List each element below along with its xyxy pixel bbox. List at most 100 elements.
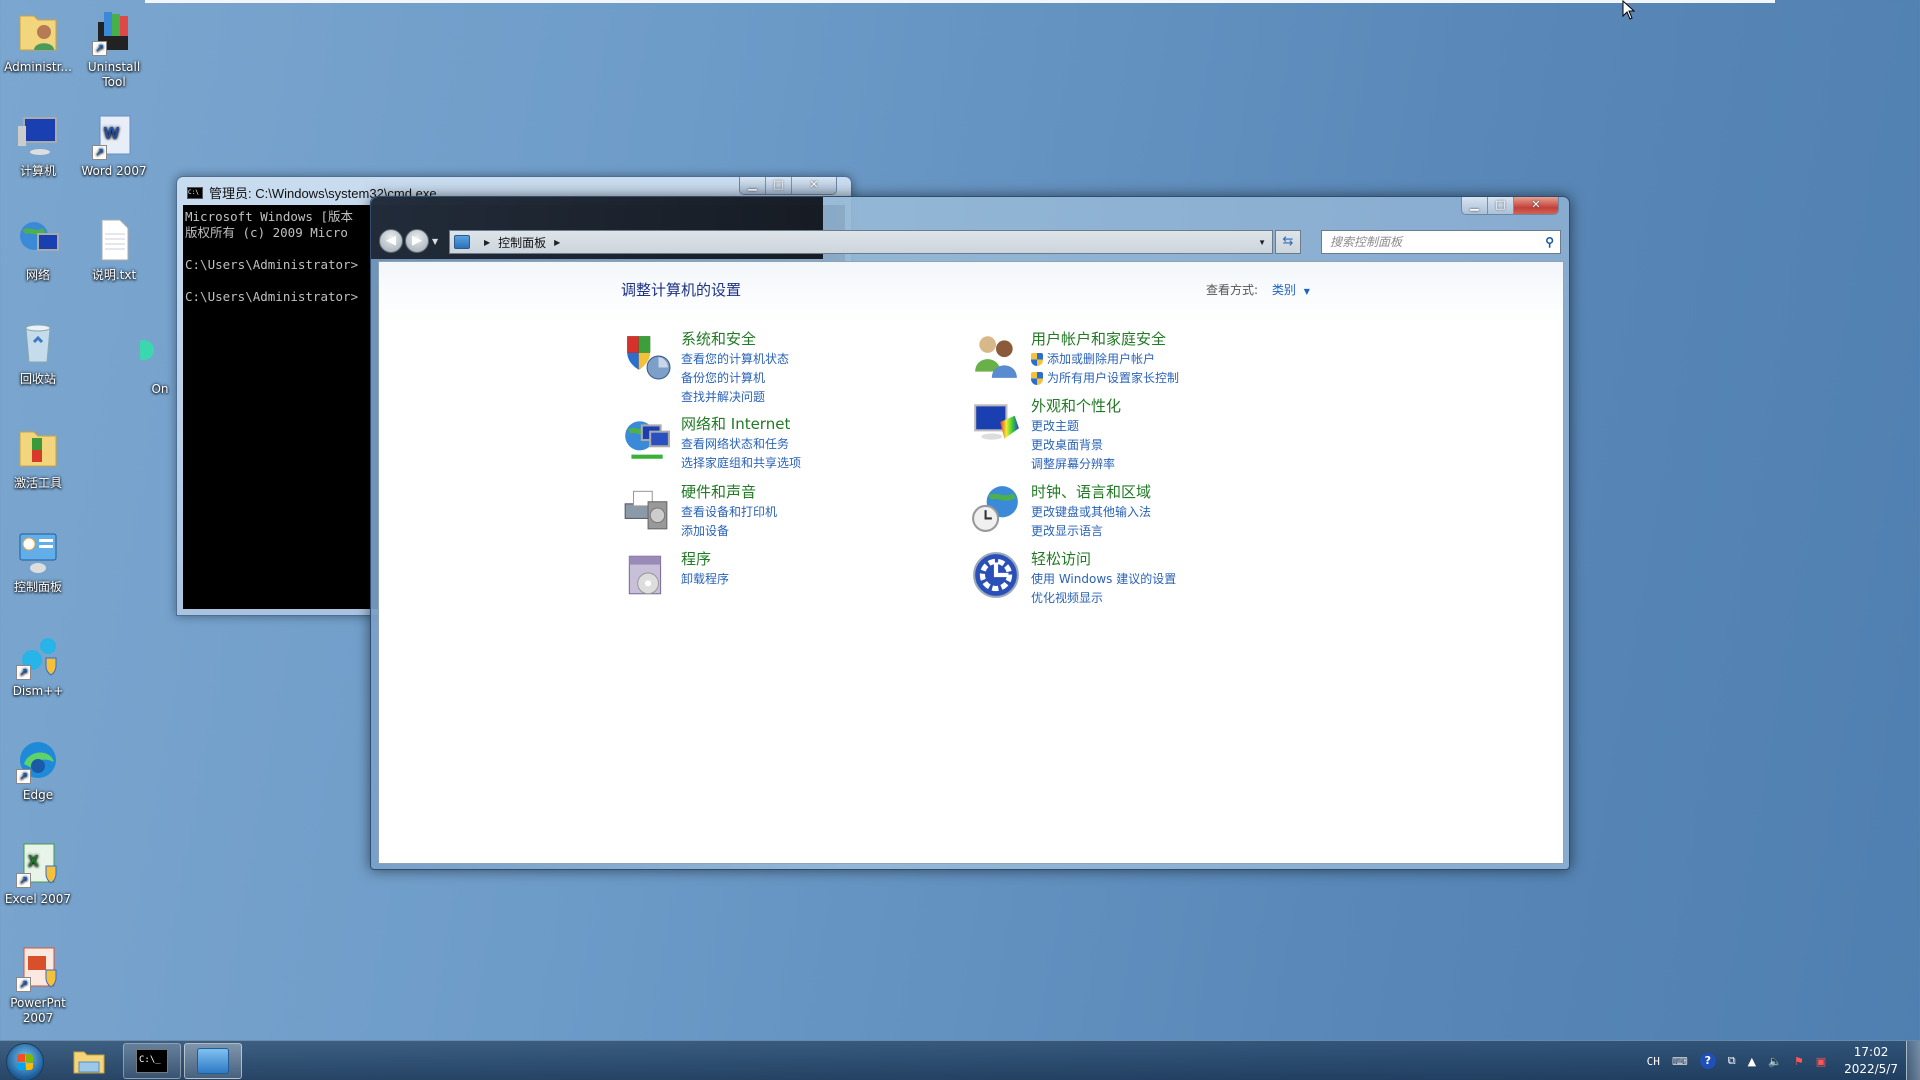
category-title[interactable]: 用户帐户和家庭安全 — [1031, 330, 1179, 349]
desktop-icon-label: On — [151, 382, 169, 396]
category-link[interactable]: 优化视频显示 — [1031, 589, 1176, 608]
category-link[interactable]: 查看您的计算机状态 — [681, 350, 789, 369]
chevron-down-icon[interactable]: ▼ — [1304, 287, 1310, 296]
category-link-text: 使用 Windows 建议的设置 — [1031, 572, 1177, 586]
category-title[interactable]: 轻松访问 — [1031, 550, 1176, 569]
category-title[interactable]: 网络和 Internet — [681, 415, 801, 434]
category-link[interactable]: 更改桌面背景 — [1031, 436, 1121, 455]
volume-icon[interactable]: 🔈 — [1768, 1055, 1782, 1068]
desktop-icon-label: 计算机 — [19, 164, 56, 178]
show-hidden-icons-icon[interactable]: ▲ — [1748, 1055, 1756, 1068]
help-icon[interactable]: ? — [1699, 1053, 1716, 1069]
shortcut-arrow-icon: ↗ — [16, 873, 31, 888]
category-link[interactable]: 更改主题 — [1031, 417, 1121, 436]
keyboard-icon[interactable]: ⌨ — [1672, 1055, 1688, 1068]
desktop-icon[interactable]: ↗ Uninstall Tool — [76, 8, 152, 90]
category-link[interactable]: 添加或删除用户帐户 — [1031, 350, 1179, 369]
desktop-icon[interactable]: ↗ PowerPnt 2007 — [0, 944, 76, 1026]
desktop-icon[interactable]: ↗ Edge — [0, 736, 76, 803]
edge-icon: ↗ — [14, 736, 62, 784]
system-security-shield-icon[interactable] — [621, 330, 671, 380]
cmd-minimize-button[interactable]: ▁ — [740, 177, 766, 194]
search-icon[interactable]: ⚲ — [1545, 231, 1554, 253]
appearance-monitor-icon[interactable] — [971, 397, 1021, 447]
uninstall-tool-icon: ↗ — [90, 8, 138, 56]
category-link-text: 优化视频显示 — [1031, 591, 1104, 605]
user-accounts-icon[interactable] — [971, 330, 1021, 380]
ime-indicator[interactable]: CH — [1647, 1055, 1660, 1068]
shortcut-arrow-icon: ↗ — [92, 145, 107, 160]
address-bar[interactable]: ▶ 控制面板 ▶ ▼ — [449, 230, 1273, 254]
category-link[interactable]: 更改显示语言 — [1031, 522, 1151, 541]
category-link[interactable]: 调整屏幕分辨率 — [1031, 455, 1121, 474]
category-link[interactable]: 卸载程序 — [681, 570, 729, 589]
clock-date: 2022/5/7 — [1844, 1062, 1898, 1076]
programs-box-icon[interactable] — [621, 550, 671, 600]
desktop-icon[interactable]: ↗ Dism++ — [0, 632, 76, 699]
cp-maximize-button[interactable]: □ — [1488, 197, 1514, 214]
dism-gear-icon: ↗ — [14, 632, 62, 680]
desktop-icon[interactable]: X ↗ Excel 2007 — [0, 840, 76, 907]
taskbar-file-explorer[interactable] — [64, 1043, 114, 1079]
control-panel-window[interactable]: ▁ □ ✕ ◀ ▶ ▼ ▶ 控制面板 ▶ ▼ ⇆ 搜索控制面板 ⚲ 调整计算机的… — [370, 196, 1570, 870]
view-by-dropdown[interactable]: 类别 — [1272, 283, 1296, 297]
category-item: 用户帐户和家庭安全 添加或删除用户帐户为所有用户设置家长控制 — [971, 330, 1179, 388]
desktop-icon[interactable]: On — [134, 330, 180, 397]
breadcrumb-separator-icon[interactable]: ▶ — [484, 238, 490, 247]
category-link[interactable]: 更改键盘或其他输入法 — [1031, 503, 1151, 522]
category-link-text: 选择家庭组和共享选项 — [681, 456, 802, 470]
clock-globe-icon[interactable] — [971, 483, 1021, 533]
desktop-icon[interactable]: Administr... — [0, 8, 76, 75]
recycle-bin-icon — [14, 320, 62, 368]
category-link[interactable]: 查看网络状态和任务 — [681, 435, 801, 454]
cmd-close-button[interactable]: ✕ — [792, 177, 836, 194]
start-button[interactable] — [6, 1043, 44, 1080]
search-input[interactable]: 搜索控制面板 ⚲ — [1321, 230, 1561, 254]
network-internet-icon[interactable] — [621, 415, 671, 465]
category-title[interactable]: 系统和安全 — [681, 330, 789, 349]
language-bar-icon[interactable]: ⧉ — [1728, 1054, 1736, 1068]
taskbar-control-panel[interactable] — [184, 1043, 242, 1079]
uac-shield-icon — [1031, 372, 1043, 385]
recent-pages-dropdown[interactable]: ▼ — [432, 237, 438, 246]
breadcrumb-separator-icon[interactable]: ▶ — [554, 238, 560, 247]
printer-hardware-icon[interactable] — [621, 483, 671, 533]
clock[interactable]: 17:02 2022/5/7 — [1844, 1044, 1898, 1078]
action-center-flag-icon[interactable]: ⚑ — [1794, 1055, 1804, 1068]
breadcrumb-control-panel[interactable]: 控制面板 — [498, 234, 546, 251]
category-link-text: 为所有用户设置家长控制 — [1047, 371, 1180, 385]
address-dropdown-icon[interactable]: ▼ — [1258, 238, 1266, 247]
svg-text:X: X — [28, 853, 39, 870]
taskbar-cmd[interactable]: C:\_ — [123, 1043, 181, 1079]
category-link[interactable]: 选择家庭组和共享选项 — [681, 454, 801, 473]
category-title[interactable]: 硬件和声音 — [681, 483, 777, 502]
desktop-icon[interactable]: 计算机 — [0, 112, 76, 179]
text-file-icon — [90, 216, 138, 264]
desktop-icon[interactable]: 说明.txt — [76, 216, 152, 283]
category-link[interactable]: 添加设备 — [681, 522, 777, 541]
cmd-maximize-button[interactable]: □ — [766, 177, 792, 194]
category-title[interactable]: 外观和个性化 — [1031, 397, 1121, 416]
forward-button[interactable]: ▶ — [405, 229, 429, 253]
desktop-icon[interactable]: W ↗ Word 2007 — [76, 112, 152, 179]
category-title[interactable]: 程序 — [681, 550, 729, 569]
category-link[interactable]: 查看设备和打印机 — [681, 503, 777, 522]
desktop-icon[interactable]: 回收站 — [0, 320, 76, 387]
desktop-icon[interactable]: 控制面板 — [0, 528, 76, 595]
show-desktop-button[interactable] — [1906, 1041, 1920, 1080]
computer-icon — [14, 112, 62, 160]
back-button[interactable]: ◀ — [379, 229, 403, 253]
cp-minimize-button[interactable]: ▁ — [1462, 197, 1488, 214]
category-link[interactable]: 使用 Windows 建议的设置 — [1031, 570, 1176, 589]
refresh-button[interactable]: ⇆ — [1275, 230, 1301, 254]
network-disconnected-icon[interactable]: ▣ — [1816, 1055, 1826, 1068]
category-link[interactable]: 备份您的计算机 — [681, 369, 789, 388]
category-title[interactable]: 时钟、语言和区域 — [1031, 483, 1151, 502]
desktop-icon[interactable]: 激活工具 — [0, 424, 76, 491]
category-link[interactable]: 为所有用户设置家长控制 — [1031, 369, 1179, 388]
ease-of-access-icon[interactable] — [971, 550, 1021, 600]
cmd-app-icon: C:\ — [187, 186, 203, 199]
category-link[interactable]: 查找并解决问题 — [681, 388, 789, 407]
desktop-icon[interactable]: 网络 — [0, 216, 76, 283]
cp-close-button[interactable]: ✕ — [1514, 197, 1558, 214]
